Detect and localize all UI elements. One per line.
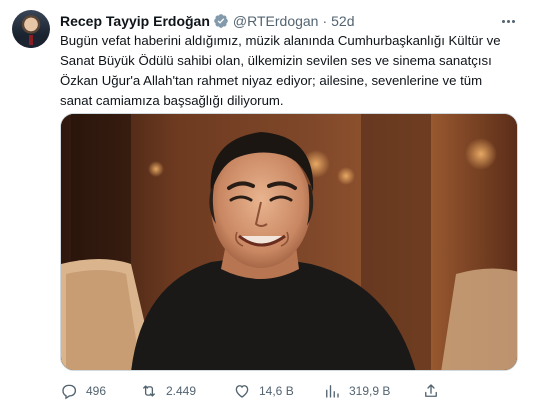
author-name[interactable]: Recep Tayyip Erdoğan — [60, 13, 210, 29]
verified-badge-icon[interactable] — [213, 13, 229, 29]
repost-icon — [142, 385, 156, 397]
tweet-header: Recep Tayyip Erdoğan @RTErdogan · 52d — [60, 12, 355, 30]
repost-button[interactable]: 2.449 — [140, 381, 196, 401]
tweet-text-line: Özkan Uğur'a Allah'tan rahmet niyaz ediy… — [60, 73, 483, 88]
avatar-tie — [29, 35, 33, 45]
more-icon[interactable] — [498, 11, 518, 31]
repost-count: 2.449 — [166, 384, 197, 398]
action-bar: 496 2.449 14,6 B 319,9 B — [60, 381, 522, 401]
tweet[interactable]: Recep Tayyip Erdoğan @RTErdogan · 52d Bu… — [0, 0, 534, 404]
tweet-text-line: Sanat Büyük Ödülü sahibi olan, ülkemizin… — [60, 53, 492, 68]
views-button[interactable]: 319,9 B — [323, 381, 390, 401]
avatar[interactable] — [12, 10, 50, 48]
share-button[interactable] — [422, 381, 440, 401]
author-handle[interactable]: @RTErdogan — [233, 13, 319, 29]
reply-button[interactable]: 496 — [60, 381, 106, 401]
share-icon — [425, 384, 437, 397]
reply-icon — [62, 384, 77, 400]
views-count: 319,9 B — [349, 384, 391, 398]
tweet-photo[interactable] — [60, 113, 518, 371]
tweet-text: Bugün vefat haberini aldığımız, müzik al… — [60, 31, 522, 111]
timestamp[interactable]: 52d — [331, 13, 354, 29]
like-button[interactable]: 14,6 B — [233, 381, 294, 401]
like-count: 14,6 B — [259, 384, 294, 398]
like-icon — [235, 385, 249, 398]
separator-dot: · — [322, 13, 328, 29]
tweet-text-line: Bugün vefat haberini aldığımız, müzik al… — [60, 33, 501, 48]
reply-count: 496 — [86, 384, 107, 398]
portrait-illustration — [61, 114, 517, 370]
tweet-text-line: sanat camiamıza başsağlığı diliyorum. — [60, 93, 284, 108]
views-icon — [326, 385, 339, 398]
